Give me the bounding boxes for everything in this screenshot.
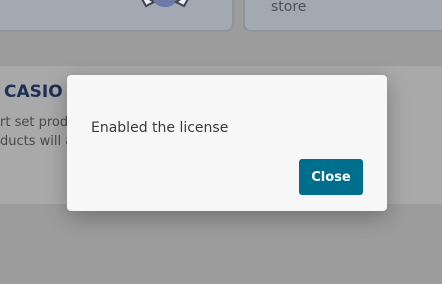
close-button[interactable]: Close — [299, 159, 363, 195]
background-card-left — [0, 0, 234, 32]
background-illustration-icon — [141, 0, 189, 8]
dialog-message: Enabled the license — [91, 120, 229, 136]
license-dialog: Enabled the license Close — [67, 75, 387, 211]
store-text: store — [271, 0, 307, 15]
product-description-line: ducts will a — [0, 134, 74, 149]
product-description-line: rt set produ — [0, 115, 77, 130]
